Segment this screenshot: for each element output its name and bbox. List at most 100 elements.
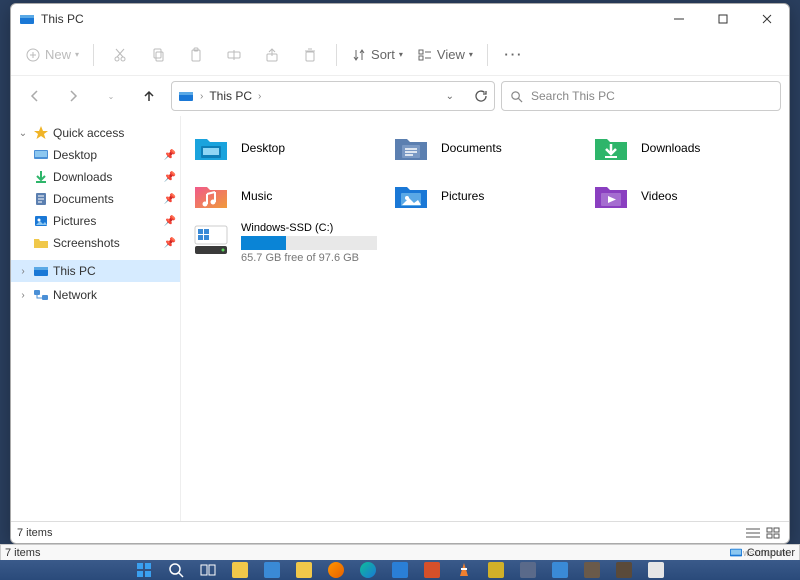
sidebar-quick-access[interactable]: ⌄ Quick access xyxy=(11,122,180,144)
app-icon xyxy=(19,11,35,27)
taskbar-app2[interactable] xyxy=(481,561,511,579)
folder-pictures[interactable]: Pictures xyxy=(385,172,585,220)
chevron-right-icon: › xyxy=(200,91,203,102)
folder-downloads[interactable]: Downloads xyxy=(585,124,785,172)
folder-videos[interactable]: Videos xyxy=(585,172,785,220)
taskbar-edge[interactable] xyxy=(353,561,383,579)
taskbar-explorer[interactable] xyxy=(225,561,255,579)
taskbar-app5[interactable] xyxy=(609,561,639,579)
content-pane: Desktop Documents Downloads Music Pictur… xyxy=(181,116,789,521)
folder-documents[interactable]: Documents xyxy=(385,124,585,172)
pin-icon: 📌 xyxy=(164,238,176,249)
chevron-right-icon[interactable]: › xyxy=(17,290,29,301)
sidebar: ⌄ Quick access Desktop 📌 Downloads 📌 Doc… xyxy=(11,116,181,521)
more-button[interactable]: ··· xyxy=(496,39,532,71)
new-button[interactable]: New ▾ xyxy=(19,39,85,71)
status-bar: 7 items xyxy=(11,521,789,543)
taskbar-app1[interactable] xyxy=(289,561,319,579)
documents-folder-icon xyxy=(393,130,429,166)
network-icon xyxy=(33,287,49,303)
desktop-folder-icon xyxy=(193,130,229,166)
taskbar-vlc[interactable] xyxy=(449,561,479,579)
chevron-right-icon[interactable]: › xyxy=(17,266,29,277)
sidebar-item-pictures[interactable]: Pictures 📌 xyxy=(11,210,180,232)
pin-icon: 📌 xyxy=(164,172,176,183)
delete-button[interactable] xyxy=(292,39,328,71)
search-placeholder: Search This PC xyxy=(531,89,615,103)
up-button[interactable] xyxy=(133,80,165,112)
recent-button[interactable]: ⌄ xyxy=(95,80,127,112)
body: ⌄ Quick access Desktop 📌 Downloads 📌 Doc… xyxy=(11,116,789,521)
taskbar-search[interactable] xyxy=(161,561,191,579)
taskbar-settings[interactable] xyxy=(257,561,287,579)
search-input[interactable]: Search This PC xyxy=(501,81,781,111)
taskbar-impress[interactable] xyxy=(417,561,447,579)
view-thumbnails-button[interactable] xyxy=(763,525,783,541)
taskbar-app6[interactable] xyxy=(641,561,671,579)
pin-icon: 📌 xyxy=(164,216,176,227)
view-button[interactable]: View ▾ xyxy=(411,39,479,71)
info-bar: 7 items Computer xyxy=(0,544,800,561)
computer-icon xyxy=(729,547,743,559)
close-button[interactable] xyxy=(745,4,789,34)
rename-button[interactable] xyxy=(216,39,252,71)
share-button[interactable] xyxy=(254,39,290,71)
pin-icon: 📌 xyxy=(164,194,176,205)
chevron-down-icon[interactable]: ⌄ xyxy=(17,128,29,139)
pictures-icon xyxy=(33,213,49,229)
pin-icon: 📌 xyxy=(164,150,176,161)
sidebar-item-downloads[interactable]: Downloads 📌 xyxy=(11,166,180,188)
minimize-button[interactable] xyxy=(657,4,701,34)
taskbar-app4[interactable] xyxy=(545,561,575,579)
breadcrumb-root[interactable]: This PC xyxy=(209,89,252,103)
taskbar-start[interactable] xyxy=(129,561,159,579)
refresh-icon[interactable] xyxy=(474,89,488,103)
window-title: This PC xyxy=(41,12,84,26)
address-bar[interactable]: › This PC › ⌄ xyxy=(171,81,495,111)
videos-folder-icon xyxy=(593,178,629,214)
pictures-folder-icon xyxy=(393,178,429,214)
thispc-icon xyxy=(178,88,194,104)
maximize-button[interactable] xyxy=(701,4,745,34)
nav-bar: ⌄ › This PC › ⌄ Search This PC xyxy=(11,76,789,116)
taskbar-taskview[interactable] xyxy=(193,561,223,579)
back-button[interactable] xyxy=(19,80,51,112)
drive-free-text: 65.7 GB free of 97.6 GB xyxy=(241,252,377,264)
folder-desktop[interactable]: Desktop xyxy=(185,124,385,172)
star-icon xyxy=(33,125,49,141)
desktop-icon xyxy=(33,147,49,163)
sidebar-network[interactable]: › Network xyxy=(11,284,180,306)
sidebar-item-desktop[interactable]: Desktop 📌 xyxy=(11,144,180,166)
explorer-window: This PC New ▾ Sort ▾ View ▾ ··· xyxy=(10,3,790,544)
cut-button[interactable] xyxy=(102,39,138,71)
taskbar-writer[interactable] xyxy=(385,561,415,579)
folder-music[interactable]: Music xyxy=(185,172,385,220)
taskbar xyxy=(0,560,800,580)
view-details-button[interactable] xyxy=(743,525,763,541)
forward-button[interactable] xyxy=(57,80,89,112)
sidebar-item-screenshots[interactable]: Screenshots 📌 xyxy=(11,232,180,254)
taskbar-gimp[interactable] xyxy=(577,561,607,579)
title-bar: This PC xyxy=(11,4,789,34)
drive-usage-bar xyxy=(241,236,377,250)
copy-button[interactable] xyxy=(140,39,176,71)
taskbar-app3[interactable] xyxy=(513,561,543,579)
sidebar-item-documents[interactable]: Documents 📌 xyxy=(11,188,180,210)
thispc-icon xyxy=(33,263,49,279)
drive-c[interactable]: Windows-SSD (C:) 65.7 GB free of 97.6 GB xyxy=(185,220,385,266)
command-toolbar: New ▾ Sort ▾ View ▾ ··· xyxy=(11,34,789,76)
status-count: 7 items xyxy=(17,527,52,539)
chevron-right-icon: › xyxy=(258,91,261,102)
paste-button[interactable] xyxy=(178,39,214,71)
sidebar-this-pc[interactable]: › This PC xyxy=(11,260,180,282)
music-folder-icon xyxy=(193,178,229,214)
taskbar-firefox[interactable] xyxy=(321,561,351,579)
downloads-folder-icon xyxy=(593,130,629,166)
drive-label: Windows-SSD (C:) xyxy=(241,222,377,234)
info-indicator: Computer xyxy=(747,547,795,559)
folder-icon xyxy=(33,235,49,251)
search-icon xyxy=(510,90,523,103)
document-icon xyxy=(33,191,49,207)
address-dropdown-icon[interactable]: ⌄ xyxy=(446,91,454,102)
sort-button[interactable]: Sort ▾ xyxy=(345,39,409,71)
